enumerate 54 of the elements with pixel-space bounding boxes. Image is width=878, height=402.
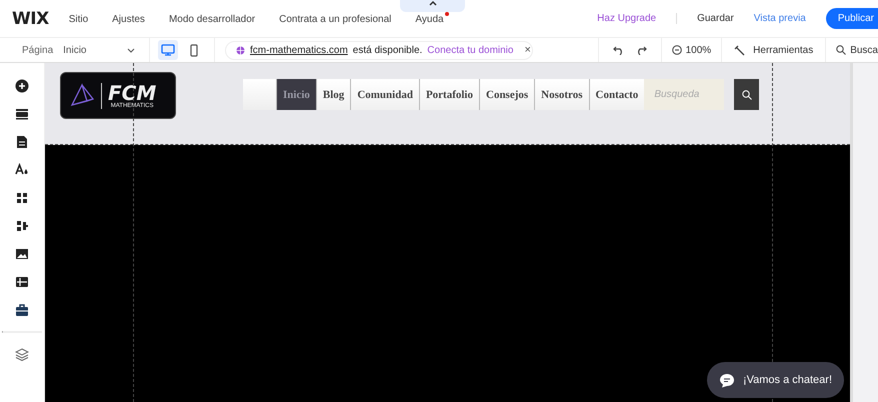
table-icon[interactable] — [15, 275, 29, 289]
chat-bubble-icon — [718, 372, 735, 388]
add-icon[interactable] — [15, 79, 29, 93]
nav-tab[interactable]: Comunidad — [350, 79, 419, 110]
nav-tab[interactable]: Blog — [316, 79, 350, 110]
apps-grid-icon[interactable] — [15, 191, 29, 205]
chat-button[interactable]: ¡Vamos a chatear! — [706, 362, 844, 398]
preview-link[interactable]: Vista previa — [754, 13, 806, 24]
desktop-view-button[interactable] — [158, 40, 178, 60]
nav-tab[interactable]: Portafolio — [418, 79, 479, 110]
upgrade-link[interactable]: Haz Upgrade — [597, 13, 678, 24]
tools-button[interactable]: Herramientas — [721, 38, 826, 62]
nav-tab[interactable]: Nosotros — [534, 79, 589, 110]
undo-icon[interactable] — [612, 45, 625, 55]
menu-item[interactable]: Ayuda — [415, 12, 449, 25]
layers-icon[interactable] — [15, 347, 29, 361]
nav-tab[interactable]: Consejos — [479, 79, 534, 110]
page-label: Página — [22, 44, 54, 56]
caret-icon — [428, 0, 436, 6]
nav-tab[interactable]: Contacto — [588, 79, 644, 110]
sections-icon[interactable] — [15, 107, 29, 121]
image-icon[interactable] — [15, 247, 29, 261]
menu-item[interactable]: Modo desarrollador — [168, 12, 260, 25]
collapse-handle[interactable] — [400, 0, 465, 12]
domain-link[interactable]: fcm-mathematics.com — [250, 44, 348, 56]
zoom-out-icon — [672, 45, 682, 55]
puzzle-icon[interactable] — [15, 219, 29, 233]
logo-title: FCM — [108, 82, 156, 102]
search-field[interactable]: Busqueda — [644, 79, 724, 110]
menu-item[interactable]: Sitio — [68, 12, 94, 25]
search-button[interactable] — [734, 79, 760, 110]
pyramid-icon — [69, 82, 95, 108]
save-button[interactable]: Guardar — [697, 13, 734, 24]
close-button[interactable]: × — [518, 44, 531, 56]
domain-status: está disponible. — [352, 44, 422, 56]
search-icon — [836, 45, 846, 55]
publish-button[interactable]: Publicar — [826, 8, 878, 29]
briefcase-icon[interactable] — [15, 303, 29, 317]
theme-icon[interactable] — [15, 163, 29, 177]
nav-tab[interactable]: Inicio — [276, 79, 316, 110]
search-icon — [742, 90, 752, 100]
menu-item[interactable]: Contrata a un profesional — [279, 12, 396, 25]
search-button[interactable]: Busca — [825, 38, 878, 62]
page-icon[interactable] — [15, 135, 29, 149]
connect-domain-link[interactable]: Conecta tu dominio — [427, 44, 514, 56]
chevron-down-icon[interactable] — [127, 48, 135, 52]
notification-dot — [444, 12, 449, 16]
phone-icon — [190, 44, 198, 56]
monitor-icon — [161, 44, 175, 56]
zoom-button[interactable]: 100% — [660, 38, 722, 62]
wix-logo: WIX — [12, 8, 49, 28]
page-dropdown[interactable]: Inicio — [63, 44, 117, 56]
menu-item[interactable]: Ajustes — [112, 12, 150, 25]
globe-icon — [236, 46, 245, 54]
